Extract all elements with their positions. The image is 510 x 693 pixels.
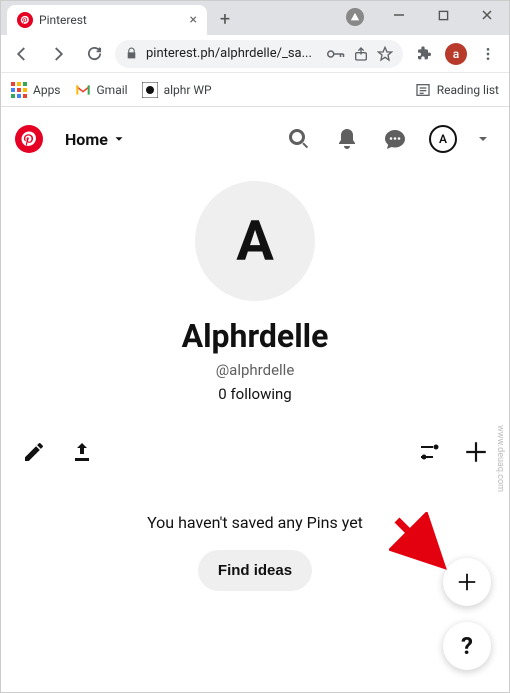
reading-list-icon (415, 82, 431, 98)
url-text: pinterest.ph/alphrdelle/_sa... (146, 46, 319, 61)
gmail-icon (75, 82, 91, 98)
empty-state-message: You haven't saved any Pins yet (15, 513, 495, 532)
upload-icon (70, 440, 94, 464)
browser-titlebar: Pinterest × + (1, 1, 509, 35)
gmail-label: Gmail (97, 83, 128, 97)
lock-icon (125, 47, 138, 60)
watermark: www.deuaq.com (495, 425, 505, 492)
home-label: Home (65, 130, 108, 149)
close-tab-icon[interactable]: × (190, 12, 197, 28)
alphr-label: alphr WP (164, 83, 212, 97)
browser-tab[interactable]: Pinterest × (7, 5, 207, 35)
pinterest-topnav: Home A (15, 119, 495, 159)
star-icon[interactable] (377, 46, 393, 62)
messages-button[interactable] (375, 119, 415, 159)
page-content: Home A A Alphrdelle @alphrdelle 0 follow… (1, 107, 509, 692)
profile-avatar[interactable]: A (195, 181, 315, 301)
chevron-down-icon (112, 132, 126, 146)
edit-profile-button[interactable] (21, 439, 47, 465)
plus-icon (456, 571, 478, 593)
browser-profile-avatar[interactable]: a (445, 43, 467, 65)
profile-handle: @alphrdelle (216, 361, 295, 379)
find-ideas-button[interactable]: Find ideas (198, 550, 312, 591)
tab-search-button[interactable] (341, 7, 369, 27)
gmail-bookmark[interactable]: Gmail (75, 82, 128, 98)
chat-icon (383, 127, 407, 151)
share-icon[interactable] (353, 46, 369, 62)
profile-menu[interactable]: A (423, 119, 463, 159)
fab-create-button[interactable] (443, 558, 491, 606)
search-button[interactable] (279, 119, 319, 159)
window-controls (377, 1, 509, 29)
account-dropdown[interactable] (471, 119, 495, 159)
sliders-icon (418, 440, 442, 464)
reload-button[interactable] (79, 39, 109, 69)
address-bar[interactable]: pinterest.ph/alphrdelle/_sa... (115, 40, 403, 68)
maximize-button[interactable] (421, 1, 465, 29)
profile-following[interactable]: 0 following (218, 385, 291, 403)
alphr-icon (142, 82, 158, 98)
create-button[interactable] (463, 439, 489, 465)
new-tab-button[interactable]: + (211, 5, 239, 33)
browser-toolbar: pinterest.ph/alphrdelle/_sa... a (1, 35, 509, 73)
home-dropdown[interactable]: Home (57, 122, 134, 157)
plus-icon (463, 439, 489, 465)
key-icon[interactable] (327, 47, 345, 61)
extensions-button[interactable] (409, 39, 439, 69)
sort-button[interactable] (417, 439, 443, 465)
profile-section: A Alphrdelle @alphrdelle 0 following (15, 181, 495, 403)
tab-title: Pinterest (39, 13, 184, 27)
reading-list-label: Reading list (437, 83, 499, 97)
profile-action-row (15, 439, 495, 465)
fab-help-button[interactable]: ? (443, 622, 491, 670)
browser-menu-button[interactable] (473, 39, 503, 69)
forward-button[interactable] (43, 39, 73, 69)
bookmarks-bar: Apps Gmail alphr WP Reading list (1, 73, 509, 107)
close-window-button[interactable] (465, 1, 509, 29)
notifications-button[interactable] (327, 119, 367, 159)
profile-display-name: Alphrdelle (182, 317, 329, 355)
pencil-icon (22, 440, 46, 464)
apps-shortcut[interactable]: Apps (11, 82, 61, 98)
back-button[interactable] (7, 39, 37, 69)
minimize-button[interactable] (377, 1, 421, 29)
nav-avatar: A (429, 125, 457, 153)
pinterest-logo[interactable] (15, 125, 43, 153)
chevron-down-icon (475, 131, 491, 147)
reading-list-button[interactable]: Reading list (415, 82, 499, 98)
search-icon (287, 127, 311, 151)
apps-icon (11, 82, 27, 98)
bell-icon (335, 127, 359, 151)
pinterest-favicon (17, 12, 33, 28)
share-profile-button[interactable] (69, 439, 95, 465)
apps-label: Apps (33, 83, 61, 97)
alphr-bookmark[interactable]: alphr WP (142, 82, 212, 98)
